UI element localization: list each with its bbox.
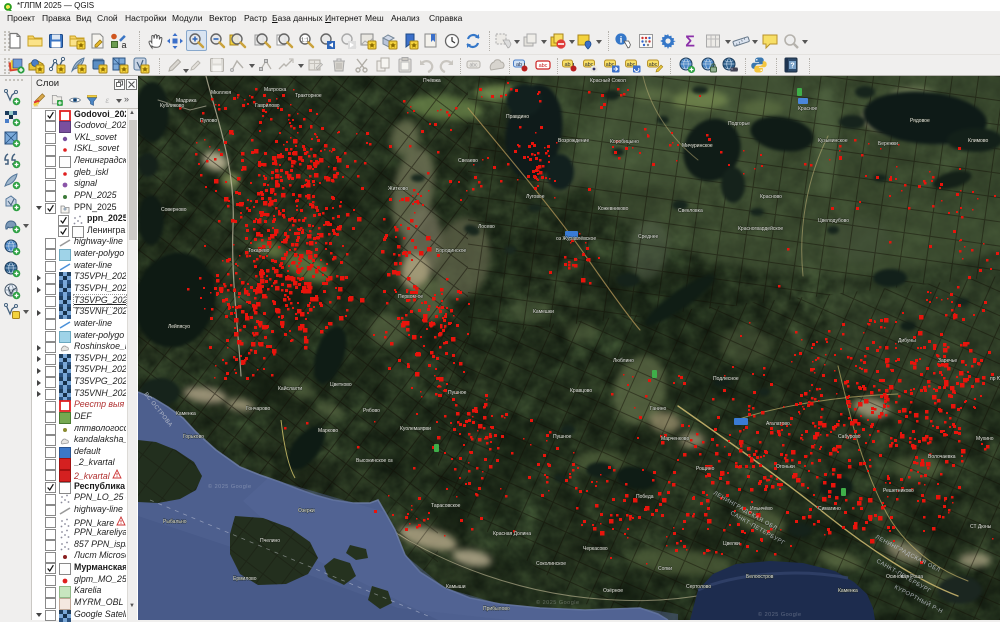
svg-text:Красная Долина: Красная Долина [493, 531, 531, 537]
svg-text:abc: abc [649, 62, 658, 68]
svg-text:Прибылово: Прибылово [483, 606, 510, 612]
svg-text:Огоньки: Огоньки [776, 464, 795, 470]
svg-text:Озерки: Озерки [298, 508, 315, 514]
svg-text:Решетниково: Решетниково [883, 488, 914, 494]
svg-text:Цветково: Цветково [330, 382, 352, 388]
svg-text:Бережки: Бережки [878, 141, 898, 147]
svg-text:Волочаевка: Волочаевка [928, 454, 956, 460]
svg-text:Соколинское: Соколинское [536, 561, 566, 567]
svg-text:Токарево: Токарево [248, 248, 270, 254]
svg-text:Каменка: Каменка [838, 588, 858, 594]
svg-text:Люблино: Люблино [613, 358, 634, 364]
svg-text:Симагино: Симагино [818, 506, 841, 512]
svg-text:Рыбально: Рыбально [163, 519, 187, 525]
svg-text:Сабурово: Сабурово [838, 434, 861, 440]
svg-text:Лейпясуо: Лейпясуо [168, 323, 190, 330]
svg-text:Красново: Красново [760, 194, 782, 200]
svg-text:Озёрное: Озёрное [603, 588, 623, 594]
svg-text:Подгорье: Подгорье [728, 121, 750, 127]
svg-text:Марково: Марково [318, 428, 338, 434]
svg-text:Свеаево: Свеаево [458, 158, 478, 164]
svg-text:Гончарово: Гончарово [246, 406, 270, 412]
svg-text:Горьково: Горьково [183, 434, 204, 440]
svg-text:Красное: Красное [798, 106, 818, 112]
svg-text:ab: ab [564, 62, 570, 68]
svg-text:Сертолово: Сертолово [686, 584, 711, 590]
svg-text:Куолемаярви: Куолемаярви [400, 426, 431, 432]
svg-text:Кубликово: Кубликово [160, 103, 184, 109]
svg-text:© 2025 Google: © 2025 Google [536, 599, 580, 606]
svg-text:Мухино: Мухино [976, 436, 994, 442]
svg-text:© 2025 Google: © 2025 Google [758, 611, 802, 618]
svg-text:abc: abc [539, 63, 548, 69]
svg-text:Ганино: Ганино [650, 406, 667, 412]
svg-text:Первом-ое: Первом-ое [398, 294, 423, 300]
svg-text:Пулово: Пулово [200, 118, 217, 124]
svg-text:Рощино: Рощино [696, 466, 715, 472]
svg-text:Тракторное: Тракторное [295, 93, 322, 99]
svg-text:пр Южный: пр Южный [990, 375, 1000, 382]
svg-text:Кайслахти: Кайслахти [278, 385, 302, 392]
svg-text:Соверново: Соверново [161, 207, 187, 213]
svg-text:Σ: Σ [685, 34, 695, 51]
svg-text:Ильичёво: Ильичёво [750, 506, 773, 512]
svg-text:Свекловка: Свекловка [678, 208, 703, 214]
svg-text:a: a [122, 40, 127, 50]
svg-text:Мичуринское: Мичуринское [682, 143, 713, 149]
svg-text:abc: abc [469, 63, 478, 69]
svg-text:1:1: 1:1 [301, 38, 309, 44]
svg-text:Черкасово: Черкасово [583, 546, 608, 552]
svg-text:Возрождение: Возрождение [558, 138, 589, 144]
svg-text:Цвелодубово: Цвелодубово [818, 218, 849, 224]
svg-text:?: ? [790, 63, 794, 70]
svg-text:Победа: Победа [636, 494, 654, 500]
svg-text:Цвелки: Цвелки [723, 541, 740, 547]
svg-text:Красногвардейское: Красногвардейское [738, 225, 783, 232]
svg-text:Кузьминское: Кузьминское [818, 138, 848, 144]
svg-text:Мюллюя: Мюллюя [211, 90, 231, 96]
svg-text:Красный Сокол: Красный Сокол [590, 77, 626, 84]
svg-text:Подлесное: Подлесное [713, 376, 739, 382]
svg-text:Кравцово: Кравцово [570, 388, 592, 394]
svg-text:Лосево: Лосево [478, 224, 495, 230]
svg-text:Агалатово: Агалатово [766, 421, 790, 427]
svg-text:Тарасовское: Тарасовское [431, 503, 461, 509]
svg-text:Заречье: Заречье [938, 358, 957, 364]
svg-text:Каменка: Каменка [176, 411, 196, 417]
svg-text:Правдино: Правдино [506, 114, 529, 120]
svg-text:Климово: Климово [968, 138, 988, 144]
svg-text:Камешки: Камешки [533, 309, 554, 315]
svg-text:Луговое: Луговое [526, 194, 545, 200]
svg-text:Пушное: Пушное [553, 434, 572, 440]
svg-text:Бородинское: Бородинское [436, 248, 467, 254]
svg-text:Пушное: Пушное [448, 390, 467, 396]
svg-text:Рябово: Рябово [363, 408, 380, 414]
svg-text:Рядовое: Рядовое [910, 118, 930, 124]
svg-text:Матроска: Матроска [264, 87, 287, 93]
svg-text:Марченково: Марченково [661, 436, 689, 442]
svg-text:Житково: Житково [388, 186, 408, 192]
svg-text:Пчелино: Пчелино [260, 538, 280, 544]
svg-text:Среднее: Среднее [638, 234, 659, 240]
svg-text:ab: ab [516, 62, 522, 68]
svg-text:Камыши: Камыши [446, 584, 466, 590]
svg-text:СТ Дюны: СТ Дюны [970, 524, 992, 530]
svg-text:Ермилово: Ермилово [233, 576, 257, 582]
svg-text:оз Журавлёвское: оз Журавлёвское [556, 236, 596, 242]
svg-text:Сопки: Сопки [658, 566, 672, 572]
svg-text:Белоостров: Белоостров [746, 574, 774, 580]
svg-text:© 2025 Google: © 2025 Google [208, 483, 252, 490]
svg-text:ε: ε [105, 95, 109, 105]
svg-text:Кожевниково: Кожевниково [598, 206, 629, 212]
svg-text:Пчёвжа: Пчёвжа [423, 78, 441, 84]
svg-text:Гаврилово: Гаврилово [255, 103, 280, 109]
svg-text:Высокинское оз: Высокинское оз [356, 458, 393, 464]
svg-text:Дибуны: Дибуны [898, 338, 916, 344]
svg-text:Коробицыно: Коробицыно [610, 139, 639, 145]
